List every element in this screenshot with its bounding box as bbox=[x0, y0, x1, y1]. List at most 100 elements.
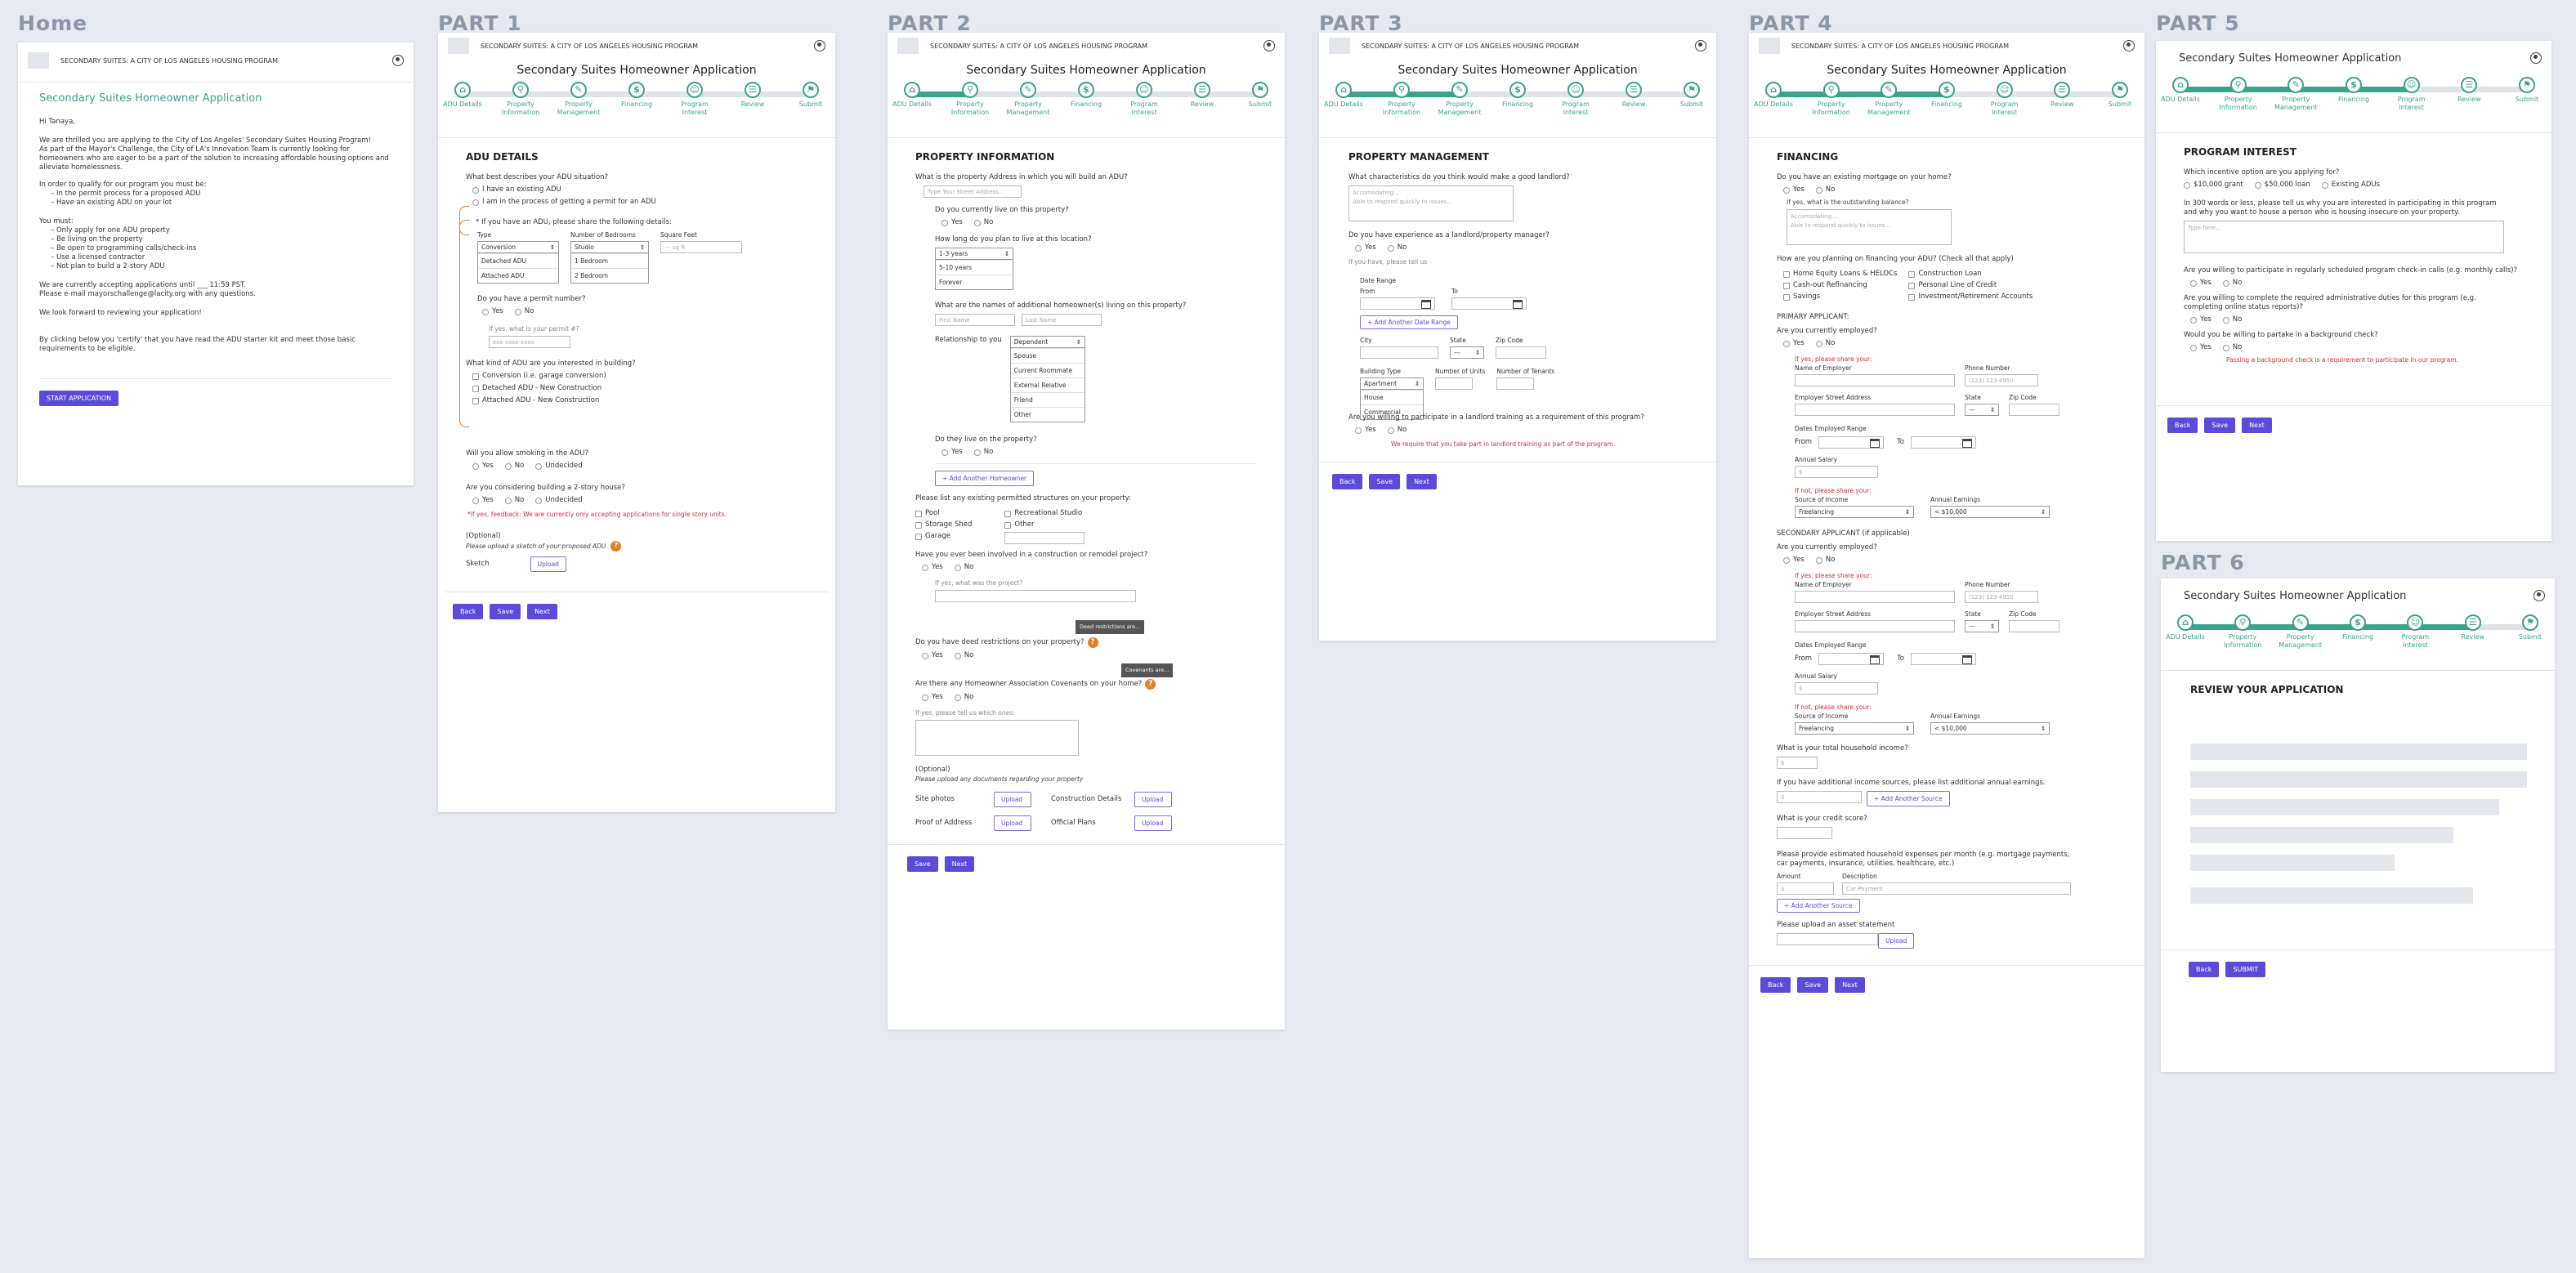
checkbox-pool[interactable]: Pool bbox=[915, 509, 972, 518]
radio-no[interactable]: No bbox=[1815, 556, 1835, 565]
radio-yes[interactable]: Yes bbox=[922, 651, 943, 660]
save-button[interactable]: Save bbox=[2204, 418, 2236, 433]
duration-option[interactable]: Forever bbox=[936, 275, 1013, 289]
save-button[interactable]: Save bbox=[490, 604, 521, 619]
project-input[interactable] bbox=[935, 590, 1136, 602]
radio-existing-adu[interactable]: I have an existing ADU bbox=[472, 185, 807, 194]
covenants-textarea[interactable] bbox=[915, 720, 1079, 756]
additional-income-input[interactable]: $ bbox=[1777, 791, 1862, 803]
add-source-button[interactable]: + Add Another Source bbox=[1777, 899, 1860, 913]
checkbox-conversion[interactable]: Conversion (i.e. garage conversion) bbox=[472, 372, 807, 381]
step-5[interactable]: ☰ Review bbox=[1174, 82, 1231, 109]
to-date-input[interactable] bbox=[1911, 653, 1977, 665]
checkbox-other[interactable]: Other bbox=[1004, 520, 1085, 529]
relationship-option[interactable]: Spouse bbox=[1010, 348, 1085, 363]
step-1[interactable]: ⚲ Property Information bbox=[2210, 77, 2267, 112]
save-button[interactable]: Save bbox=[1369, 474, 1401, 489]
radio-yes[interactable]: Yes bbox=[472, 462, 494, 471]
income-source-select[interactable]: Freelancing ⇕ bbox=[1795, 506, 1914, 518]
user-avatar-icon[interactable] bbox=[2530, 52, 2542, 64]
duration-option[interactable]: 5-10 years bbox=[936, 260, 1013, 275]
checkbox-investment[interactable]: Investment/Retirement Accounts bbox=[1908, 293, 2033, 302]
checkbox-attached[interactable]: Attached ADU - New Construction bbox=[472, 396, 807, 405]
earnings-select[interactable]: < $10,000 ⇕ bbox=[1930, 722, 2050, 735]
earnings-select[interactable]: < $10,000 ⇕ bbox=[1930, 506, 2050, 518]
radio-no[interactable]: No bbox=[1815, 185, 1835, 194]
add-homeowner-button[interactable]: + Add Another Homeowner bbox=[935, 471, 1035, 486]
step-6[interactable]: ⚑ Submit bbox=[2498, 77, 2551, 104]
user-avatar-icon[interactable] bbox=[1695, 40, 1706, 51]
user-avatar-icon[interactable] bbox=[2534, 590, 2545, 601]
radio-yes[interactable]: Yes bbox=[2190, 315, 2212, 324]
credit-score-input[interactable] bbox=[1777, 827, 1832, 839]
other-structure-input[interactable] bbox=[1004, 532, 1085, 544]
radio-yes[interactable]: Yes bbox=[1783, 556, 1805, 565]
household-income-input[interactable]: $ bbox=[1777, 757, 1818, 769]
building-option[interactable]: House bbox=[1361, 390, 1423, 404]
radio-yes[interactable]: Yes bbox=[922, 563, 943, 572]
step-1[interactable]: ⚲ Property Information bbox=[941, 82, 999, 117]
bedroom-option[interactable]: 1 Bedroom bbox=[571, 253, 648, 268]
step-6[interactable]: ⚑ Submit bbox=[1663, 82, 1716, 109]
to-date-input[interactable] bbox=[1911, 436, 1977, 449]
upload-button[interactable]: Upload bbox=[1134, 792, 1172, 807]
add-date-range-button[interactable]: + Add Another Date Range bbox=[1360, 315, 1458, 329]
user-avatar-icon[interactable] bbox=[2123, 40, 2135, 51]
employer-address-input[interactable] bbox=[1795, 404, 1955, 416]
step-6[interactable]: ⚑ Submit bbox=[782, 82, 835, 109]
calendar-icon[interactable] bbox=[1870, 439, 1881, 448]
calendar-icon[interactable] bbox=[1513, 300, 1523, 309]
type-option[interactable]: Detached ADU bbox=[478, 253, 558, 268]
step-1[interactable]: ⚲ Property Information bbox=[492, 82, 549, 117]
checkbox-savings[interactable]: Savings bbox=[1783, 293, 1897, 302]
start-application-button[interactable]: START APPLICATION bbox=[39, 391, 119, 406]
units-input[interactable] bbox=[1435, 377, 1473, 390]
add-source-button[interactable]: + Add Another Source bbox=[1867, 791, 1950, 806]
next-button[interactable]: Next bbox=[2242, 418, 2272, 433]
radio-no[interactable]: No bbox=[973, 218, 993, 227]
step-6[interactable]: ⚑ Submit bbox=[2091, 82, 2144, 109]
save-button[interactable]: Save bbox=[907, 856, 938, 872]
asset-file-input[interactable] bbox=[1777, 933, 1878, 945]
radio-undecided[interactable]: Undecided bbox=[535, 496, 583, 505]
phone-input[interactable]: (123) 123-4950 bbox=[1965, 591, 2038, 603]
step-0[interactable]: ⌂ ADU Details bbox=[1749, 82, 1802, 109]
zip-input[interactable] bbox=[2009, 404, 2059, 416]
salary-input[interactable]: $ bbox=[1795, 466, 1878, 478]
step-1[interactable]: ⚲ Property Information bbox=[1373, 82, 1430, 117]
zip-input[interactable] bbox=[1496, 346, 1546, 359]
submit-button[interactable]: SUBMIT bbox=[2225, 962, 2265, 977]
radio-no[interactable]: No bbox=[2222, 315, 2242, 324]
next-button[interactable]: Next bbox=[1835, 977, 1865, 993]
relationship-option[interactable]: Other bbox=[1010, 407, 1085, 422]
from-date-input[interactable] bbox=[1360, 297, 1435, 310]
radio-grant[interactable]: $10,000 grant bbox=[2184, 181, 2243, 190]
checkbox-credit-line[interactable]: Personal Line of Credit bbox=[1908, 281, 2033, 290]
upload-button[interactable]: Upload bbox=[994, 792, 1031, 807]
step-2[interactable]: ✎ Property Management bbox=[1000, 82, 1057, 117]
checkbox-construction-loan[interactable]: Construction Loan bbox=[1908, 270, 2033, 279]
step-4[interactable]: ☺ Program Interest bbox=[666, 82, 723, 117]
upload-button[interactable]: Upload bbox=[1134, 815, 1172, 831]
back-button[interactable]: Back bbox=[1332, 474, 1363, 489]
step-3[interactable]: $ Financing bbox=[2329, 614, 2386, 641]
radio-yes[interactable]: Yes bbox=[922, 693, 943, 702]
radio-no[interactable]: No bbox=[973, 448, 993, 457]
step-0[interactable]: ⌂ ADU Details bbox=[888, 82, 941, 109]
back-button[interactable]: Back bbox=[2167, 418, 2198, 433]
user-avatar-icon[interactable] bbox=[392, 55, 404, 66]
save-button[interactable]: Save bbox=[1797, 977, 1829, 993]
state-select[interactable]: --- ⇕ bbox=[1965, 404, 1999, 416]
radio-yes[interactable]: Yes bbox=[1783, 339, 1805, 348]
type-option[interactable]: Attached ADU bbox=[478, 268, 558, 283]
upload-button[interactable]: Upload bbox=[530, 556, 566, 572]
back-button[interactable]: Back bbox=[453, 604, 484, 619]
next-button[interactable]: Next bbox=[944, 856, 975, 872]
radio-existing[interactable]: Existing ADUs bbox=[2321, 181, 2380, 190]
step-4[interactable]: ☺ Program Interest bbox=[1547, 82, 1604, 117]
bedrooms-select[interactable]: Studio ⇕ bbox=[570, 241, 649, 253]
type-select[interactable]: Conversion ⇕ bbox=[477, 241, 559, 253]
back-button[interactable]: Back bbox=[1760, 977, 1791, 993]
step-4[interactable]: ☺ Program Interest bbox=[1116, 82, 1173, 117]
checkbox-shed[interactable]: Storage Shed bbox=[915, 520, 972, 529]
